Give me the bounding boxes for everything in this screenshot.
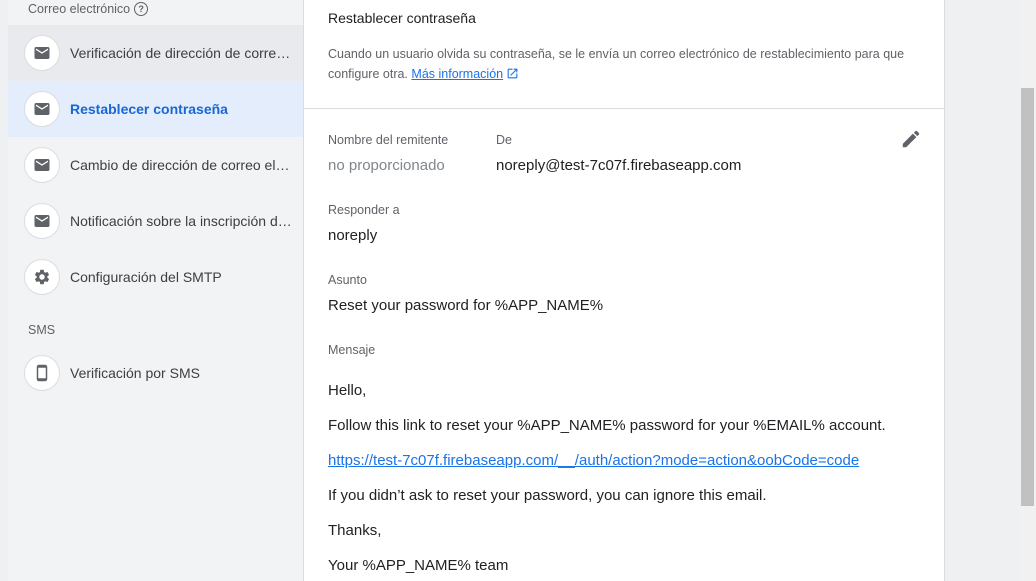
sms-section-header: SMS (28, 323, 55, 337)
more-info-link[interactable]: Más información (411, 67, 519, 81)
sidebar-item-label: Configuración del SMTP (70, 269, 222, 285)
gear-icon (24, 259, 60, 295)
sender-name-value: no proporcionado (328, 157, 445, 174)
sidebar-item-email-verification[interactable]: Verificación de dirección de correo elec… (8, 25, 303, 81)
reply-to-value: noreply (328, 227, 378, 244)
panel-header: Restablecer contraseña Cuando un usuario… (304, 0, 944, 109)
sidebar-item-email-change[interactable]: Cambio de dirección de correo electrónic… (8, 137, 303, 193)
message-signature: Your %APP_NAME% team (328, 557, 509, 574)
mail-icon (24, 35, 60, 71)
page-title: Restablecer contraseña (328, 10, 476, 26)
sidebar-item-sms-verification[interactable]: Verificación por SMS (8, 345, 303, 401)
from-value: noreply@test-7c07f.firebaseapp.com (496, 157, 742, 174)
sidebar-item-label: Cambio de dirección de correo electrónic… (70, 157, 296, 173)
message-greeting: Hello, (328, 382, 367, 399)
message-label: Mensaje (328, 343, 376, 357)
scrollbar-thumb[interactable] (1021, 88, 1034, 506)
mail-icon (24, 203, 60, 239)
email-section-label: Correo electrónico (28, 2, 131, 16)
sidebar-item-password-reset[interactable]: Restablecer contraseña (8, 81, 303, 137)
sidebar-item-label: Restablecer contraseña (70, 101, 228, 117)
template-panel: Restablecer contraseña Cuando un usuario… (304, 0, 945, 581)
pencil-icon (900, 128, 922, 155)
email-section-header: Correo electrónico ? (28, 2, 149, 16)
sidebar-item-label: Notificación sobre la inscripción de aut… (70, 213, 296, 229)
message-line-2: If you didn’t ask to reset your password… (328, 487, 767, 504)
sidebar-item-label: Verificación por SMS (70, 365, 200, 381)
sidebar: Correo electrónico ? Verificación de dir… (8, 0, 304, 581)
panel-description: Cuando un usuario olvida su contraseña, … (328, 44, 918, 86)
mail-icon (24, 147, 60, 183)
sidebar-item-mfa-notification[interactable]: Notificación sobre la inscripción de aut… (8, 193, 303, 249)
from-label: De (496, 133, 512, 147)
help-icon[interactable]: ? (134, 2, 149, 16)
sms-section-label: SMS (28, 323, 56, 337)
external-link-icon (506, 66, 519, 86)
message-line-1: Follow this link to reset your %APP_NAME… (328, 417, 886, 434)
subject-value: Reset your password for %APP_NAME% (328, 297, 604, 314)
reply-to-label: Responder a (328, 203, 400, 217)
edit-button[interactable] (897, 127, 925, 155)
message-thanks: Thanks, (328, 522, 382, 539)
phone-icon (24, 355, 60, 391)
more-info-label: Más información (411, 67, 504, 81)
sidebar-item-smtp-settings[interactable]: Configuración del SMTP (8, 249, 303, 305)
sidebar-item-label: Verificación de dirección de correo elec… (70, 45, 296, 61)
sender-name-label: Nombre del remitente (328, 133, 449, 147)
mail-icon (24, 91, 60, 127)
subject-label: Asunto (328, 273, 367, 287)
reset-link[interactable]: https://test-7c07f.firebaseapp.com/__/au… (328, 452, 859, 469)
